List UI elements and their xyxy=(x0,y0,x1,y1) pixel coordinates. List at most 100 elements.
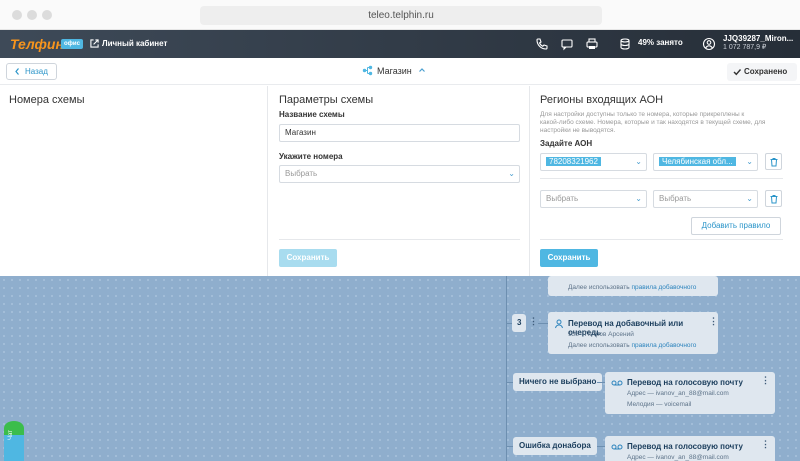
flow-card-voicemail-1[interactable]: Перевод на голосовую почту Адрес — ivano… xyxy=(605,372,775,414)
chevron-down-icon: ⌄ xyxy=(746,157,753,166)
branch-dial-error: Ошибка донабора xyxy=(513,437,597,455)
aon-number-placeholder-2: Выбрать xyxy=(546,194,579,203)
card4-menu-icon[interactable]: ⋮ xyxy=(761,439,770,450)
trash-icon xyxy=(770,158,778,167)
chevron-down-icon: ⌄ xyxy=(508,169,515,178)
app-window: teleo.telphin.ru Телфин офис Личный каби… xyxy=(0,0,800,461)
chevron-up-icon xyxy=(418,68,425,72)
card-top-link[interactable]: правила добавочного xyxy=(631,284,696,291)
divider xyxy=(279,239,520,240)
card2-link[interactable]: правила добавочного xyxy=(631,342,696,349)
user-queue-icon xyxy=(555,319,563,329)
scheme-selector[interactable]: Магазин xyxy=(362,64,426,78)
printer-icon[interactable] xyxy=(585,37,599,51)
panel-title-params: Параметры схемы xyxy=(279,94,374,106)
card-top-sub-text: Далее использовать xyxy=(568,284,630,291)
aon-number-value-1: 78208321962 xyxy=(546,157,601,166)
numbers-placeholder: Выбрать xyxy=(285,169,318,178)
aon-description-line-1: Для настройки доступны только те номера,… xyxy=(540,111,745,118)
telphin-logo[interactable]: Телфин xyxy=(10,37,64,51)
voicemail-icon xyxy=(611,380,623,386)
scheme-canvas-dimmed: Далее использовать правила добавочного 3… xyxy=(0,276,800,461)
flow-card-extension[interactable]: Перевод на добавочный или очередь 138 · … xyxy=(548,312,718,354)
flow-card-top[interactable]: Далее использовать правила добавочного xyxy=(548,276,718,296)
side-chat-indicator xyxy=(4,421,24,435)
card3-title: Перевод на голосовую почту xyxy=(627,378,743,387)
aon-label: Задайте АОН xyxy=(540,139,593,148)
flow-connector xyxy=(597,446,605,447)
back-button[interactable]: Назад xyxy=(6,63,57,80)
account-id: JJQ39287_Miron... xyxy=(723,34,794,43)
add-rule-button[interactable]: Добавить правило xyxy=(691,217,781,235)
params-save-button[interactable]: Сохранить xyxy=(279,249,337,267)
scheme-tree-icon xyxy=(362,65,373,76)
chevron-down-icon: ⌄ xyxy=(635,194,642,203)
card3-menu-icon[interactable]: ⋮ xyxy=(761,375,770,386)
aon-save-button[interactable]: Сохранить xyxy=(540,249,598,267)
card2-sub-text: Далее использовать xyxy=(568,342,630,349)
browser-chrome: teleo.telphin.ru xyxy=(0,0,800,30)
side-chat-label: Чат xyxy=(8,430,14,440)
saved-status: Сохранено xyxy=(727,63,797,81)
flow-connector xyxy=(506,276,507,461)
personal-cabinet-link[interactable]: Личный кабинет xyxy=(90,39,167,49)
logo-badge: офис xyxy=(61,39,83,49)
aon-description-line-2: какой-либо схеме. Номера, которые и так … xyxy=(540,119,766,126)
scheme-name-label: Название схемы xyxy=(279,110,345,119)
card2-menu-icon[interactable]: ⋮ xyxy=(709,316,718,327)
storage-usage: 49% занято xyxy=(638,38,683,47)
saved-label: Сохранено xyxy=(744,67,788,76)
panel-title-aon: Регионы входящих АОН xyxy=(540,94,664,106)
trash-icon xyxy=(770,195,778,204)
scheme-params-panel: Параметры схемы Название схемы Магазин У… xyxy=(269,86,530,276)
storage-icon xyxy=(620,38,630,50)
aon-region-select-1[interactable]: Челябинская обл... ⌄ xyxy=(653,153,758,171)
voicemail-icon xyxy=(611,444,623,450)
aon-region-placeholder-2: Выбрать xyxy=(659,194,692,203)
aon-number-select-2[interactable]: Выбрать ⌄ xyxy=(540,190,647,208)
chevron-down-icon: ⌄ xyxy=(746,194,753,203)
scheme-name-input[interactable]: Магазин xyxy=(279,124,520,142)
window-zoom-dot[interactable] xyxy=(42,10,52,20)
delete-rule-button-2[interactable] xyxy=(765,190,782,207)
phone-icon[interactable] xyxy=(535,37,549,51)
scheme-toolbar: Назад Магазин Сохранено xyxy=(0,58,800,85)
card3-line1: Адрес — ivanov_an_88@mail.com xyxy=(627,390,729,397)
external-link-icon xyxy=(90,39,99,48)
checkmark-icon xyxy=(733,69,742,76)
card3-line2: Мелодия — voicemail xyxy=(627,401,692,408)
divider xyxy=(540,239,783,240)
card-top-sub: Далее использовать правила добавочного xyxy=(568,284,696,291)
scheme-name: Магазин xyxy=(377,66,412,76)
scheme-numbers-panel: Номера схемы xyxy=(0,86,268,276)
window-minimize-dot[interactable] xyxy=(27,10,37,20)
numbers-select[interactable]: Выбрать ⌄ xyxy=(279,165,520,183)
window-close-dot[interactable] xyxy=(12,10,22,20)
chevron-left-icon xyxy=(15,68,19,75)
flow-connector xyxy=(538,323,548,324)
back-label: Назад xyxy=(25,67,48,76)
panel-title-numbers: Номера схемы xyxy=(9,94,85,106)
address-bar[interactable]: teleo.telphin.ru xyxy=(200,6,602,25)
app-header: Телфин офис Личный кабинет 49% занято JJ… xyxy=(0,30,800,58)
numbers-label: Укажите номера xyxy=(279,152,343,161)
card2-sub: Далее использовать правила добавочного xyxy=(568,342,696,349)
aon-region-value-1: Челябинская обл... xyxy=(659,157,736,166)
divider xyxy=(540,178,783,179)
user-avatar-icon[interactable] xyxy=(702,37,716,51)
flow-card-voicemail-2[interactable]: Перевод на голосовую почту Адрес — ivano… xyxy=(605,436,775,461)
branch-nothing-selected: Ничего не выбрано xyxy=(513,373,603,391)
account-menu[interactable]: JJQ39287_Miron... 1 072 787,9 ₽ xyxy=(723,34,793,52)
step-number-3: 3 xyxy=(512,314,527,332)
account-balance: 1 072 787,9 ₽ xyxy=(723,44,767,51)
card2-line: 138 · Петров Арсений xyxy=(568,331,634,338)
chevron-down-icon: ⌄ xyxy=(635,157,642,166)
personal-cabinet-label: Личный кабинет xyxy=(102,39,168,48)
card4-title: Перевод на голосовую почту xyxy=(627,442,743,451)
chat-icon[interactable] xyxy=(560,37,574,51)
aon-number-select-1[interactable]: 78208321962 ⌄ xyxy=(540,153,647,171)
card4-line1: Адрес — ivanov_an_88@mail.com xyxy=(627,454,729,461)
aon-region-select-2[interactable]: Выбрать ⌄ xyxy=(653,190,758,208)
delete-rule-button-1[interactable] xyxy=(765,153,782,170)
step-menu-icon[interactable]: ⋮ xyxy=(529,316,538,327)
